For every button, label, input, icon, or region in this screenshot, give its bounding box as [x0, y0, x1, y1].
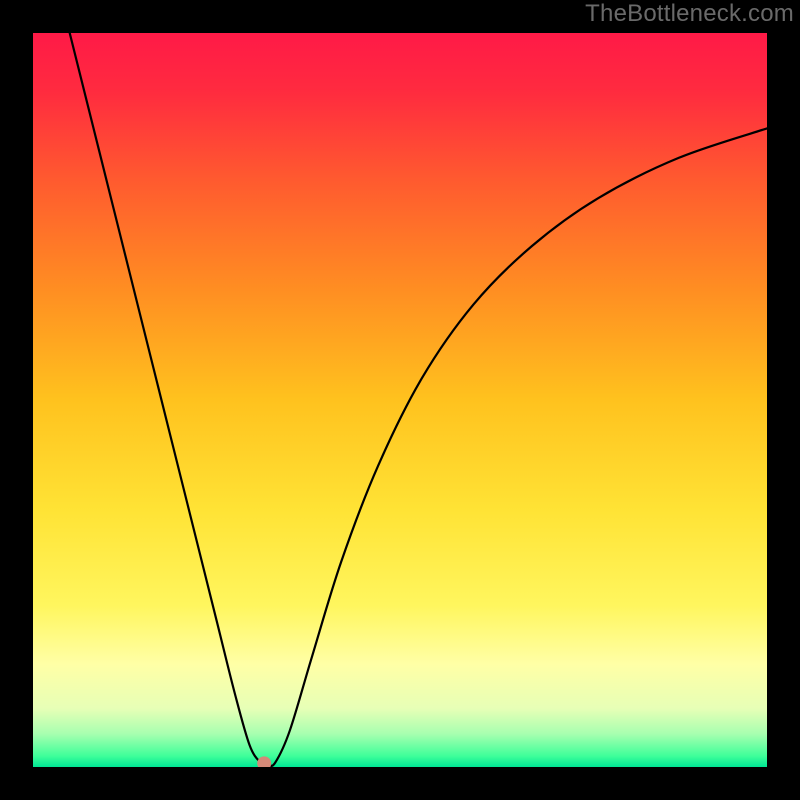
watermark-text: TheBottleneck.com [585, 0, 794, 28]
gradient-background [33, 33, 767, 767]
chart-plot-area [33, 33, 767, 767]
chart-frame: TheBottleneck.com [0, 0, 800, 800]
chart-svg [33, 33, 767, 767]
